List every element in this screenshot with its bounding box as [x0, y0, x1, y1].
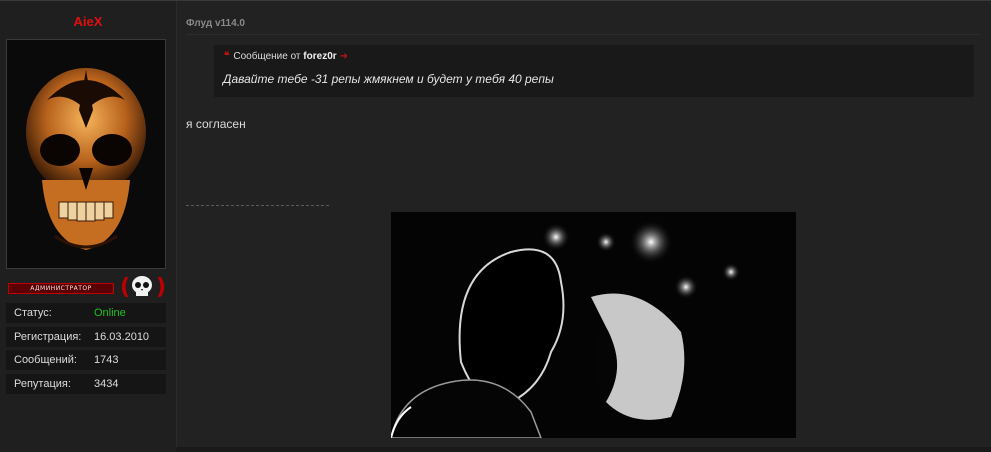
quote-block: ❝ Сообщение от forez0r ➜ Давайте тебе -31 …	[214, 45, 974, 97]
quote-text: Давайте тебе -31 репы жмякнем и будет у …	[223, 72, 554, 86]
post-body: я согласен	[186, 117, 246, 131]
username-link[interactable]: AieX	[0, 14, 176, 29]
signature-image	[391, 212, 796, 438]
skull-icon: ( )	[120, 275, 166, 300]
title-divider	[186, 34, 981, 35]
forum-post: AieX АДМИНИСТРАТОР () Статус: Online Ре…	[0, 0, 991, 452]
stat-value: 16.03.2010	[94, 331, 150, 343]
stat-reputation: Репутация: 3434	[6, 374, 166, 394]
quote-header: ❝ Сообщение от forez0r ➜	[224, 51, 348, 62]
stat-status: Статус: Online	[6, 303, 166, 323]
stat-registration: Регистрация: 16.03.2010	[6, 327, 166, 347]
signature-divider	[186, 205, 329, 206]
stat-value: 1743	[94, 354, 119, 366]
rank-badge: АДМИНИСТРАТОР ( )	[6, 273, 166, 300]
stat-value: Online	[94, 307, 126, 319]
stat-label: Регистрация:	[14, 331, 82, 343]
post-title: Флуд v114.0	[186, 18, 245, 29]
skull-avatar-image	[7, 40, 165, 268]
silhouette-photo	[391, 212, 796, 438]
stat-label: Сообщений:	[14, 354, 77, 366]
quote-prefix: Сообщение от	[233, 51, 301, 62]
rank-label: АДМИНИСТРАТОР	[8, 283, 114, 294]
goto-post-arrow-icon[interactable]: ➜	[340, 51, 348, 62]
stat-label: Статус:	[14, 307, 52, 319]
avatar	[6, 39, 166, 269]
quote-author: forez0r	[303, 51, 337, 62]
stat-label: Репутация:	[14, 378, 71, 390]
post-footer-strip	[176, 447, 991, 452]
user-panel: AieX АДМИНИСТРАТОР () Статус: Online Ре…	[0, 1, 177, 452]
quote-mark-icon: ❝	[224, 51, 230, 62]
stat-value: 3434	[94, 378, 119, 390]
svg-text:): )	[156, 275, 166, 300]
svg-text:(: (	[120, 275, 130, 300]
stat-posts: Сообщений: 1743	[6, 350, 166, 370]
